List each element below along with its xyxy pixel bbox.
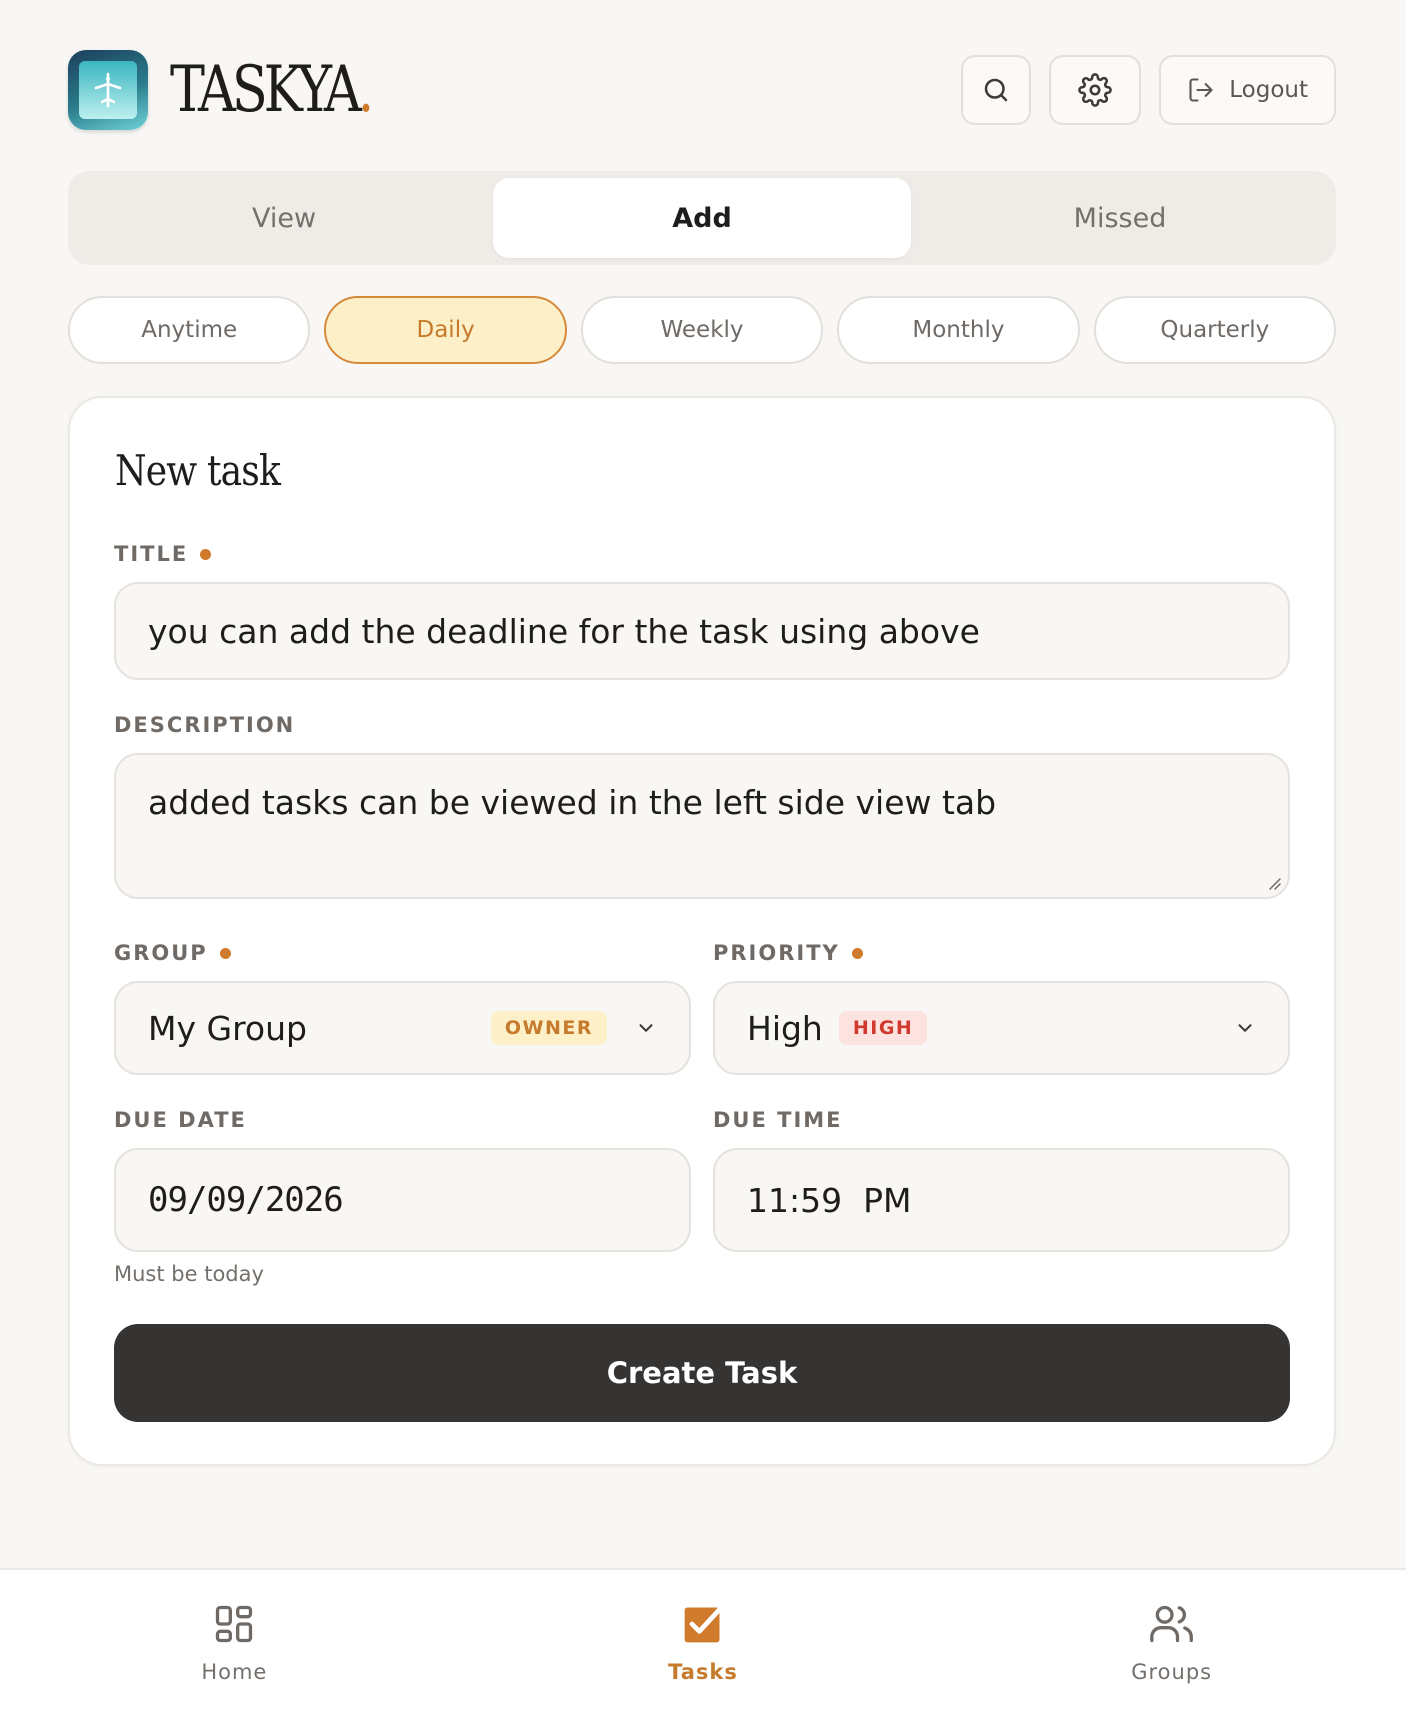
- priority-badge: HIGH: [838, 1011, 928, 1045]
- frequency-anytime[interactable]: Anytime: [68, 296, 311, 364]
- due-date-value: 09/09/2026: [148, 1180, 344, 1220]
- title-label-text: TITLE: [114, 542, 189, 566]
- frequency-weekly[interactable]: Weekly: [580, 296, 824, 364]
- group-label: GROUP: [114, 941, 231, 965]
- nav-item-tasks[interactable]: Tasks: [469, 1570, 938, 1722]
- required-dot: [851, 947, 863, 959]
- nav-item-home[interactable]: Home: [0, 1570, 469, 1722]
- required-dot: [219, 947, 231, 959]
- title-input[interactable]: you can add the deadline for the task us…: [114, 582, 1290, 680]
- view-tabs: View Add Missed: [68, 171, 1336, 265]
- frequency-selector: Anytime Daily Weekly Monthly Quarterly: [68, 296, 1337, 364]
- nav-label-tasks: Tasks: [668, 1660, 738, 1684]
- checkbox-icon: [684, 1605, 724, 1643]
- logout-icon: [1189, 78, 1213, 102]
- chevron-down-icon: [635, 1017, 657, 1039]
- required-dot: [200, 548, 212, 560]
- group-select-value: My Group OWNER: [148, 1009, 607, 1048]
- card-title: New task: [115, 446, 281, 495]
- due-time-label-text: DUE TIME: [713, 1108, 843, 1132]
- brand-name: TASKYA.: [170, 53, 374, 127]
- group-label-text: GROUP: [114, 941, 208, 965]
- tab-missed[interactable]: Missed: [911, 178, 1329, 258]
- logout-label: Logout: [1229, 77, 1308, 103]
- due-time-label: DUE TIME: [713, 1108, 843, 1132]
- app-header: TASKYA. Logout: [68, 50, 1336, 130]
- description-label: DESCRIPTION: [114, 713, 295, 737]
- frequency-monthly[interactable]: Monthly: [837, 296, 1080, 364]
- due-date-label: DUE DATE: [114, 1108, 247, 1132]
- description-label-text: DESCRIPTION: [114, 713, 296, 737]
- due-date-label-text: DUE DATE: [114, 1108, 247, 1132]
- frequency-daily[interactable]: Daily: [324, 296, 567, 364]
- search-icon: [985, 78, 1008, 102]
- priority-label-text: PRIORITY: [713, 941, 840, 965]
- due-time-input[interactable]: 11:59 PM: [713, 1148, 1290, 1252]
- group-name: My Group: [148, 1008, 307, 1048]
- nav-label-groups: Groups: [1131, 1660, 1213, 1684]
- resize-handle-icon[interactable]: [1266, 875, 1282, 891]
- due-time-value: 11:59 PM: [747, 1180, 912, 1220]
- owner-badge: OWNER: [490, 1011, 607, 1045]
- due-date-input[interactable]: 09/09/2026: [114, 1148, 691, 1252]
- airplane-icon: [79, 61, 137, 119]
- create-task-button[interactable]: Create Task: [114, 1324, 1290, 1422]
- app-logo: [68, 50, 148, 130]
- gear-icon: [1078, 73, 1113, 107]
- nav-label-home: Home: [201, 1660, 268, 1684]
- description-textarea[interactable]: added tasks can be viewed in the left si…: [114, 753, 1290, 899]
- chevron-down-icon: [1234, 1017, 1256, 1039]
- bottom-navigation: Home Tasks Groups: [0, 1568, 1406, 1722]
- description-textarea-value: added tasks can be viewed in the left si…: [148, 783, 997, 822]
- header-actions: Logout: [961, 55, 1336, 125]
- priority-select[interactable]: High HIGH: [713, 981, 1290, 1075]
- grid-icon: [216, 1605, 253, 1643]
- nav-item-groups[interactable]: Groups: [937, 1570, 1406, 1722]
- title-label: TITLE: [114, 542, 212, 566]
- search-button[interactable]: [961, 55, 1032, 125]
- priority-select-value: High HIGH: [747, 1009, 1206, 1048]
- settings-button[interactable]: [1049, 55, 1142, 125]
- priority-label: PRIORITY: [713, 941, 863, 965]
- due-date-hint: Must be today: [114, 1262, 264, 1286]
- new-task-card: New task TITLE you can add the deadline …: [68, 396, 1336, 1466]
- priority-name: High: [747, 1008, 823, 1048]
- brand-dot: .: [357, 53, 375, 127]
- tab-add[interactable]: Add: [493, 178, 911, 258]
- brand[interactable]: TASKYA.: [68, 50, 414, 130]
- group-select[interactable]: My Group OWNER: [114, 981, 691, 1075]
- title-input-value: you can add the deadline for the task us…: [148, 611, 980, 651]
- frequency-quarterly[interactable]: Quarterly: [1093, 296, 1337, 364]
- logout-button[interactable]: Logout: [1159, 55, 1336, 125]
- tab-view[interactable]: View: [75, 178, 493, 258]
- users-icon: [1149, 1605, 1193, 1643]
